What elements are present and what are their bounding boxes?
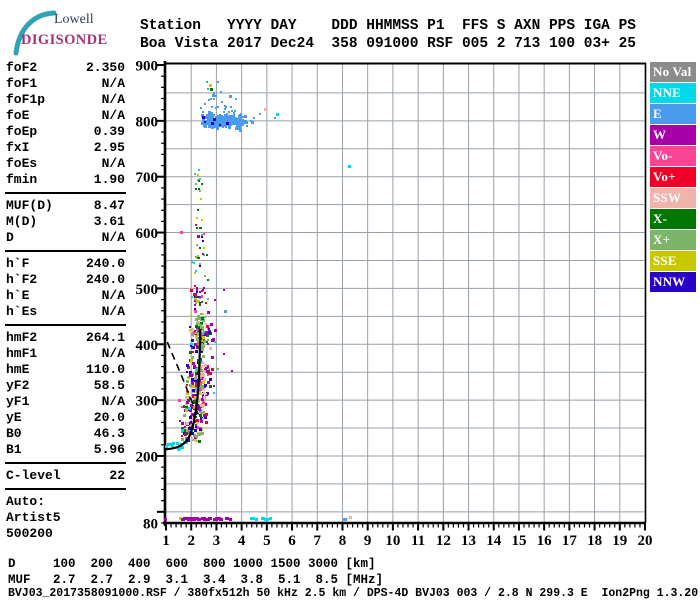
x-tick-label: 11 <box>411 533 425 549</box>
y-tick-label: 400 <box>136 338 159 354</box>
x-tick-label: 19 <box>612 533 627 549</box>
x-tick-label: 14 <box>486 533 502 549</box>
y-tick-label: 700 <box>136 170 159 186</box>
legend-item-nnw: NNW <box>650 272 696 292</box>
muf-row: MUF 2.7 2.7 2.9 3.1 3.4 3.8 5.1 8.5 [MHz… <box>8 573 384 587</box>
doppler-direction-legend: No Val NNE E W Vo- Vo+ SSW X- X+ SSE NNW <box>650 62 696 293</box>
y-tick-label: 500 <box>136 282 159 298</box>
legend-item-w: W <box>650 125 696 145</box>
legend-item-noval: No Val <box>650 62 696 82</box>
legend-item-x: X- <box>650 209 696 229</box>
legend-item-nne: NNE <box>650 83 696 103</box>
x-tick-label: 3 <box>213 533 221 549</box>
legend-item-vo: Vo- <box>650 146 696 166</box>
legend-item-x+: X+ <box>650 230 696 250</box>
legend-item-vo+: Vo+ <box>650 167 696 187</box>
digisonde-ionogram-view: Lowell DIGISONDE Station YYYY DAY DDD HH… <box>0 0 700 600</box>
x-tick-label: 17 <box>562 533 578 549</box>
x-tick-label: 1 <box>162 533 170 549</box>
x-tick-label: 2 <box>187 533 195 549</box>
y-tick-label: 300 <box>136 394 159 410</box>
y-tick-label: 80 <box>143 517 158 533</box>
x-tick-label: 6 <box>288 533 296 549</box>
distance-row: D 100 200 400 600 800 1000 1500 3000 [km… <box>8 557 376 571</box>
file-info-line: BVJ03_2017358091000.RSF / 380fx512h 50 k… <box>8 587 699 600</box>
x-tick-label: 15 <box>511 533 526 549</box>
x-tick-label: 16 <box>537 533 553 549</box>
x-tick-label: 5 <box>263 533 271 549</box>
y-tick-label: 800 <box>136 114 159 130</box>
x-tick-label: 4 <box>238 533 246 549</box>
legend-item-sse: SSE <box>650 251 696 271</box>
legend-item-ssw: SSW <box>650 188 696 208</box>
y-tick-label: 200 <box>136 449 159 465</box>
x-tick-label: 9 <box>364 533 372 549</box>
x-tick-label: 8 <box>339 533 347 549</box>
x-tick-label: 7 <box>314 533 322 549</box>
x-tick-label: 20 <box>638 533 653 549</box>
y-tick-label: 600 <box>136 226 159 242</box>
x-tick-label: 13 <box>461 533 476 549</box>
ionogram-chart: 900800700600500400300200801 2 3 4 5 6 7 8 9 10 11 1… <box>136 59 653 550</box>
x-tick-label: 10 <box>385 533 400 549</box>
legend-item-e: E <box>650 104 696 124</box>
y-tick-label: 900 <box>136 59 159 75</box>
x-tick-label: 12 <box>436 533 451 549</box>
x-tick-label: 18 <box>587 533 602 549</box>
